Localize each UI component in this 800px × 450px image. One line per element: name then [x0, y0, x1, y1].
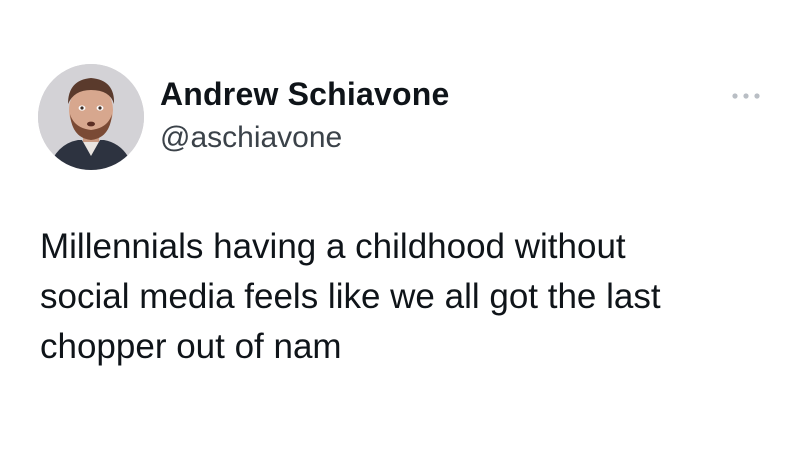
author-avatar[interactable]	[38, 64, 144, 170]
tweet-text-line: chopper out of nam	[40, 327, 342, 366]
more-horizontal-icon	[732, 93, 760, 99]
tweet-text: Millennials having a childhood without s…	[40, 222, 760, 372]
tweet-text-line: social media feels like we all got the l…	[40, 277, 661, 316]
avatar-photo	[38, 64, 144, 170]
author-handle[interactable]: @aschiavone	[160, 121, 342, 155]
tweet-text-line: Millennials having a childhood without	[40, 227, 626, 266]
more-options-button[interactable]	[724, 84, 768, 108]
author-name[interactable]: Andrew Schiavone	[160, 76, 450, 113]
tweet-card: Andrew Schiavone @aschiavone Millennials…	[0, 0, 800, 450]
